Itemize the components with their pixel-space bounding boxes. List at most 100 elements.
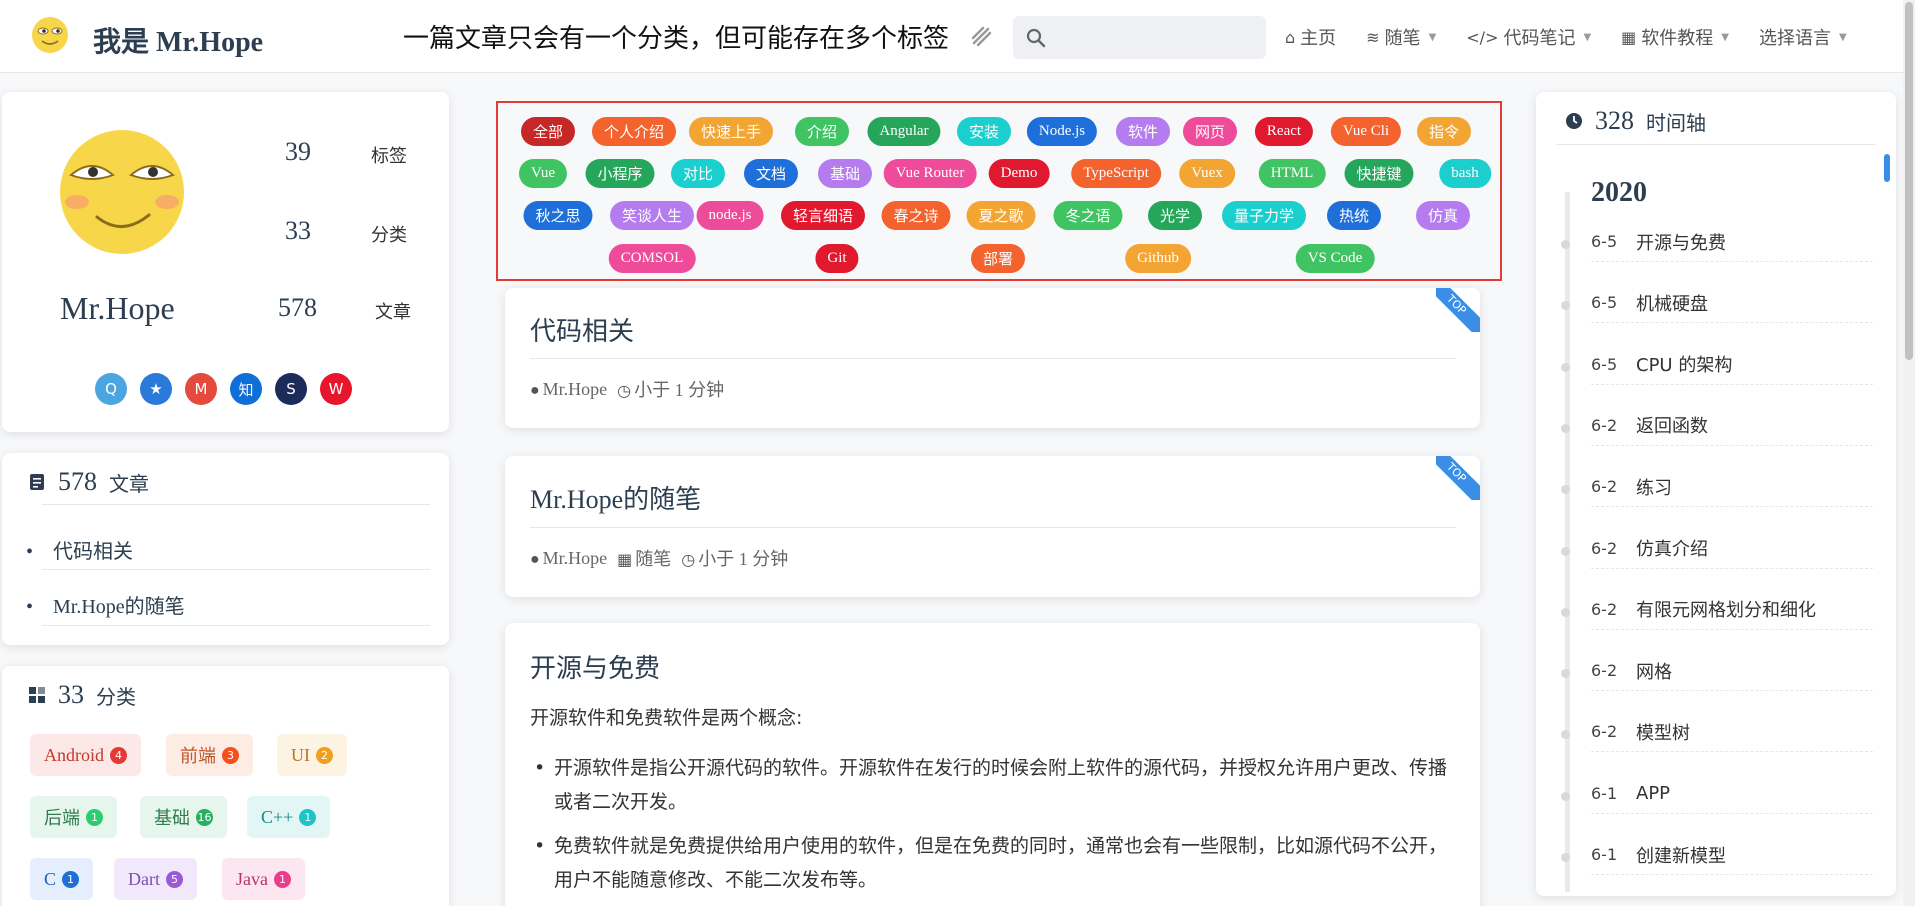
nav-item-2[interactable]: </> 代码笔记 ▼ bbox=[1466, 24, 1591, 50]
timeline-item[interactable]: 6-1 APP bbox=[1561, 774, 1873, 814]
timeline-item[interactable]: 6-2 网格 bbox=[1561, 651, 1873, 692]
timeline-item[interactable]: 6-5 CPU 的架构 bbox=[1561, 345, 1873, 385]
tag-pill[interactable]: 热统 bbox=[1326, 201, 1382, 230]
tag-pill[interactable]: Demo bbox=[988, 159, 1050, 188]
tag-pill[interactable]: 指令 bbox=[1416, 117, 1472, 146]
nav-item-1[interactable]: ≋ 随笔 ▼ bbox=[1366, 24, 1436, 50]
timeline-item[interactable]: 6-5 开源与免费 bbox=[1561, 222, 1873, 262]
article-card[interactable]: TOP 代码相关 ● Mr.Hope ◷ 小于 1 分钟 bbox=[505, 288, 1480, 428]
timeline-scrollbar[interactable] bbox=[1884, 154, 1890, 182]
weibo-icon[interactable]: W bbox=[320, 373, 352, 405]
articles-count[interactable]: 578 bbox=[278, 293, 317, 323]
article-list-item[interactable]: Mr.Hope的随笔 bbox=[26, 590, 185, 619]
tag-pill[interactable]: 小程序 bbox=[585, 159, 655, 188]
tag-pill[interactable]: Node.js bbox=[1026, 117, 1098, 146]
search-input[interactable] bbox=[1013, 16, 1266, 59]
qzone-icon[interactable]: ★ bbox=[140, 373, 172, 405]
page-scrollbar[interactable] bbox=[1903, 0, 1915, 906]
timeline-item[interactable]: 6-2 仿真介绍 bbox=[1561, 529, 1873, 569]
tag-pill[interactable]: 介绍 bbox=[794, 117, 850, 146]
tag-pill[interactable]: 快捷键 bbox=[1344, 159, 1414, 188]
tag-pill[interactable]: 轻言细语 bbox=[780, 201, 866, 230]
article-title[interactable]: Mr.Hope的随笔 bbox=[530, 479, 701, 516]
nav-item-0[interactable]: ⌂ 主页 bbox=[1285, 24, 1336, 50]
tag-pill[interactable]: 春之诗 bbox=[881, 201, 951, 230]
tags-count[interactable]: 39 bbox=[285, 137, 311, 167]
tag-pill[interactable]: Vue Cli bbox=[1330, 117, 1402, 146]
category-pill[interactable]: 基础 16 bbox=[140, 796, 227, 838]
article-title[interactable]: 开源与免费 bbox=[530, 648, 660, 685]
nav-label: 选择语言 bbox=[1759, 28, 1831, 49]
tag-pill[interactable]: 部署 bbox=[970, 244, 1026, 273]
tag-pill[interactable]: 个人介绍 bbox=[591, 117, 677, 146]
timeline-date: 6-5 bbox=[1591, 293, 1618, 313]
avatar[interactable] bbox=[57, 127, 187, 257]
categories-label[interactable]: 分类 bbox=[371, 221, 407, 247]
article-card[interactable]: 开源与免费 开源软件和免费软件是两个概念: 开源软件是指公开源代码的软件。开源软… bbox=[505, 623, 1480, 906]
tag-pill[interactable]: VS Code bbox=[1295, 244, 1375, 273]
timeline-title: 模型树 bbox=[1636, 722, 1690, 744]
category-pill[interactable]: Dart 5 bbox=[114, 858, 197, 900]
tag-cloud: 全部 个人介绍 快速上手 介绍 Angular 安装 Node.js 软件 网页 React Vue… bbox=[496, 101, 1502, 281]
tag-pill[interactable]: Angular bbox=[867, 117, 941, 146]
tag-pill[interactable]: Vuex bbox=[1179, 159, 1235, 188]
tag-pill[interactable]: 对比 bbox=[670, 159, 726, 188]
tag-pill[interactable]: 量子力学 bbox=[1221, 201, 1307, 230]
tag-pill[interactable]: 仿真 bbox=[1415, 201, 1471, 230]
category-pill[interactable]: Java 1 bbox=[222, 858, 305, 900]
timeline-item[interactable]: 6-2 模型树 bbox=[1561, 712, 1873, 753]
tag-pill[interactable]: HTML bbox=[1258, 159, 1326, 188]
categories-count[interactable]: 33 bbox=[285, 216, 311, 246]
tag-pill[interactable]: 夏之歌 bbox=[966, 201, 1036, 230]
nav-item-4[interactable]: 选择语言 ▼ bbox=[1759, 24, 1847, 50]
tag-pill[interactable]: 光学 bbox=[1147, 201, 1203, 230]
site-title[interactable]: 我是 Mr.Hope bbox=[93, 20, 263, 60]
zhihu-icon[interactable]: 知 bbox=[230, 373, 262, 405]
timeline-item[interactable]: 6-5 机械硬盘 bbox=[1561, 283, 1873, 324]
category-name: C++ bbox=[261, 806, 294, 827]
tag-pill[interactable]: 软件 bbox=[1115, 117, 1171, 146]
tag-pill[interactable]: Github bbox=[1125, 244, 1191, 273]
timeline-item[interactable]: 6-2 练习 bbox=[1561, 467, 1873, 508]
timeline-item[interactable]: 6-2 有限元网格划分和细化 bbox=[1561, 590, 1873, 630]
timeline-item[interactable]: 6-1 创建新模型 bbox=[1561, 835, 1873, 875]
category-pill[interactable]: C++ 1 bbox=[247, 796, 331, 838]
tag-pill[interactable]: 基础 bbox=[817, 159, 873, 188]
tag-pill[interactable]: 网页 bbox=[1182, 117, 1238, 146]
qq-icon[interactable]: Q bbox=[95, 373, 127, 405]
article-list-item[interactable]: 代码相关 bbox=[26, 535, 133, 564]
tag-pill[interactable]: 安装 bbox=[956, 117, 1012, 146]
tag-pill[interactable]: 快速上手 bbox=[688, 117, 774, 146]
tag-pill[interactable]: React bbox=[1254, 117, 1314, 146]
tag-pill[interactable]: Vue Router bbox=[883, 159, 977, 188]
tag-pill[interactable]: Vue bbox=[518, 159, 568, 188]
tag-pill[interactable]: node.js bbox=[696, 201, 764, 230]
logo-icon[interactable] bbox=[30, 15, 70, 55]
tags-label[interactable]: 标签 bbox=[371, 142, 407, 168]
tag-pill[interactable]: 冬之语 bbox=[1053, 201, 1123, 230]
timeline-item[interactable]: 6-2 返回函数 bbox=[1561, 406, 1873, 446]
annotation-text: 一篇文章只会有一个分类，但可能存在多个标签 bbox=[403, 24, 950, 54]
article-title[interactable]: 代码相关 bbox=[530, 311, 634, 348]
gmail-icon[interactable]: M bbox=[185, 373, 217, 405]
tag-pill[interactable]: 笑谈人生 bbox=[609, 201, 695, 230]
theme-toggle-icon[interactable] bbox=[970, 25, 994, 49]
nav-item-3[interactable]: ▦ 软件教程 ▼ bbox=[1621, 24, 1729, 50]
tag-pill[interactable]: 文档 bbox=[743, 159, 799, 188]
category-pill[interactable]: Android 4 bbox=[30, 734, 141, 776]
article-card[interactable]: TOP Mr.Hope的随笔 ● Mr.Hope ▦ 随笔 ◷ 小于 1 分钟 bbox=[505, 456, 1480, 597]
tag-pill[interactable]: Git bbox=[815, 244, 859, 273]
author-name: Mr.Hope bbox=[60, 290, 175, 326]
category-pill[interactable]: C1 bbox=[30, 858, 94, 900]
category-pill[interactable]: UI 2 bbox=[277, 734, 347, 776]
tag-pill[interactable]: 全部 bbox=[520, 117, 576, 146]
tag-pill[interactable]: TypeScript bbox=[1071, 159, 1161, 188]
tag-pill[interactable]: 秋之思 bbox=[523, 201, 593, 230]
article-box-label: 文章 bbox=[109, 471, 149, 496]
articles-label[interactable]: 文章 bbox=[375, 298, 411, 324]
tag-pill[interactable]: bash bbox=[1439, 159, 1491, 188]
steam-icon[interactable]: S bbox=[275, 373, 307, 405]
category-pill[interactable]: 后端 1 bbox=[30, 796, 117, 838]
tag-pill[interactable]: COMSOL bbox=[608, 244, 696, 273]
category-pill[interactable]: 前端 3 bbox=[166, 734, 253, 776]
